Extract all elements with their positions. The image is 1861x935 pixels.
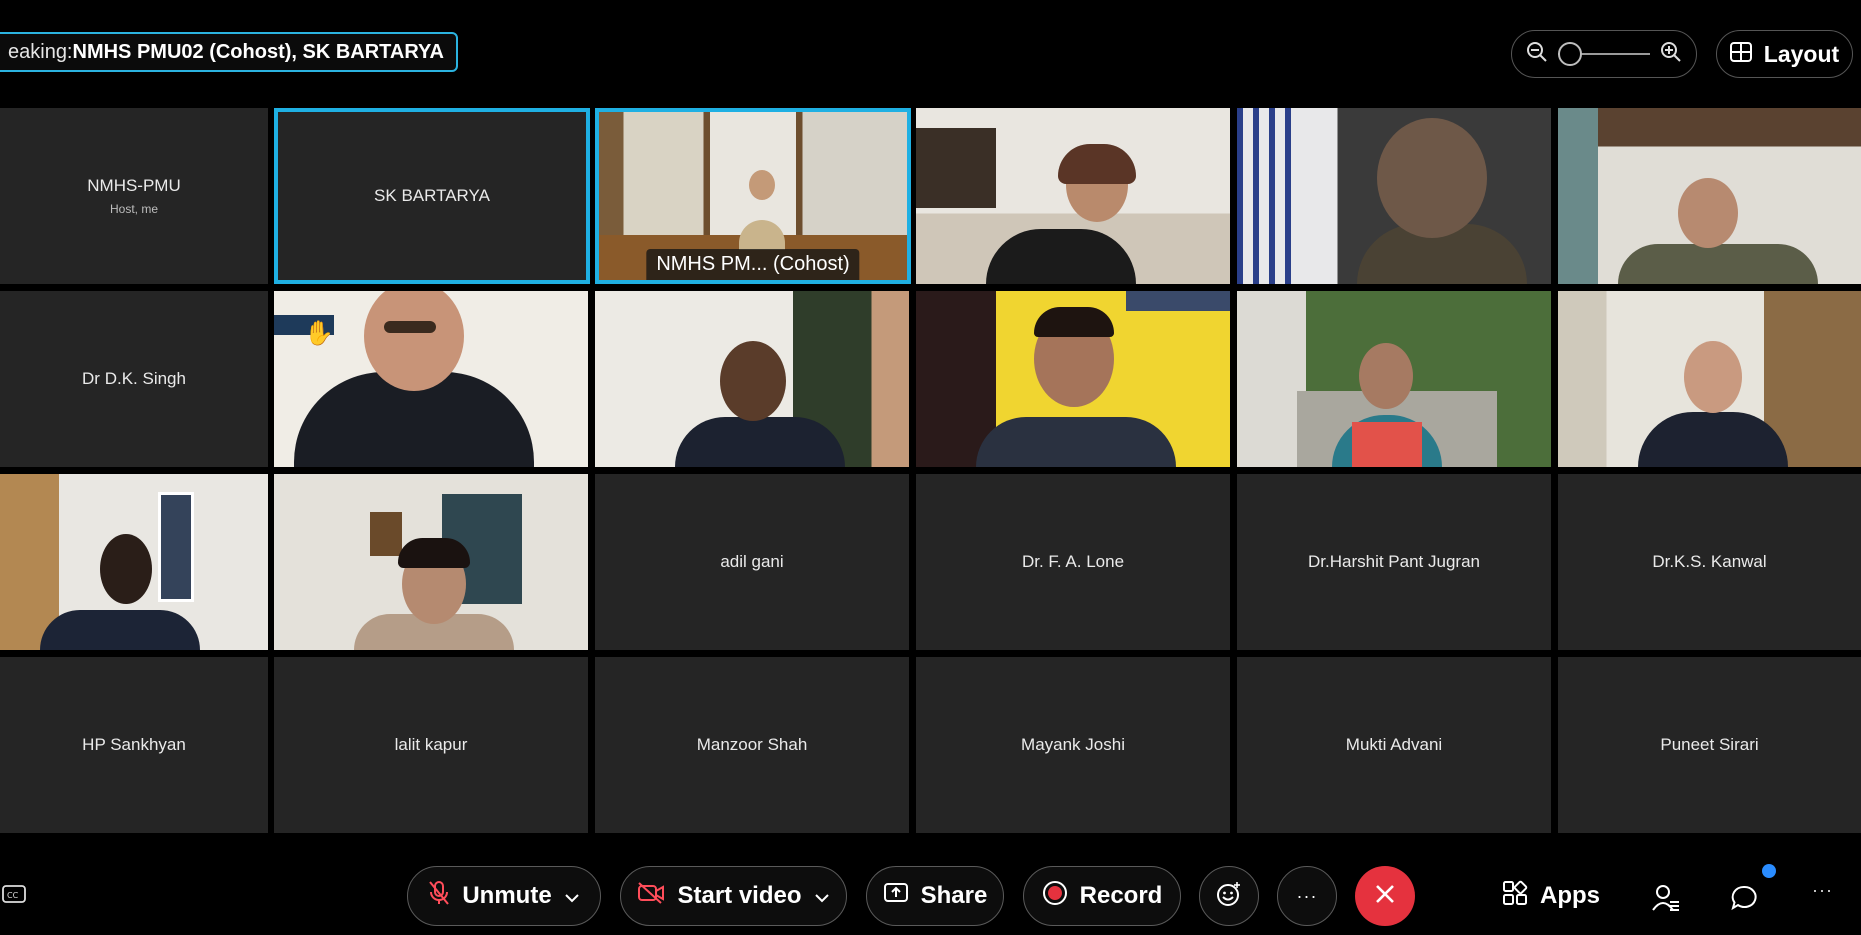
participant-video-tile[interactable]: [1558, 108, 1861, 284]
layout-button[interactable]: Layout: [1716, 30, 1853, 78]
speaking-names: NMHS PMU02 (Cohost), SK BARTARYA: [72, 40, 445, 63]
speaking-prefix: eaking:: [8, 40, 73, 63]
participant-tile[interactable]: Manzoor Shah: [595, 657, 909, 833]
participant-tile[interactable]: NMHS-PMU Host, me: [0, 108, 268, 284]
raise-hand-icon: ✋: [304, 320, 334, 347]
participant-name: Dr.Harshit Pant Jugran: [1308, 552, 1480, 571]
participant-video-tile[interactable]: [916, 108, 1230, 284]
participant-video-tile[interactable]: ✋: [274, 291, 588, 467]
zoom-in-icon[interactable]: [1660, 41, 1682, 68]
share-screen-icon: [883, 882, 909, 911]
zoom-out-icon[interactable]: [1526, 41, 1548, 68]
apps-button[interactable]: Apps: [1502, 866, 1600, 926]
participant-tile[interactable]: HP Sankhyan: [0, 657, 268, 833]
participant-name: adil gani: [720, 552, 784, 571]
participant-role: Host, me: [109, 202, 158, 216]
participant-tile[interactable]: Dr. F. A. Lone: [916, 474, 1230, 650]
participant-tile[interactable]: Mayank Joshi: [916, 657, 1230, 833]
participant-tile[interactable]: Dr.K.S. Kanwal: [1558, 474, 1861, 650]
participant-caption: NMHS PM... (Cohost): [646, 249, 860, 280]
participant-tile[interactable]: adil gani: [595, 474, 909, 650]
emoji-reaction-icon: [1216, 881, 1242, 912]
participant-video-tile[interactable]: [595, 291, 909, 467]
participant-tile[interactable]: Dr D.K. Singh: [0, 291, 268, 467]
chevron-down-icon[interactable]: [564, 882, 580, 910]
participant-video-tile[interactable]: [0, 474, 268, 650]
participant-name: Puneet Sirari: [1660, 735, 1759, 754]
participant-video-tile[interactable]: [916, 291, 1230, 467]
participants-icon[interactable]: [1652, 884, 1680, 917]
unmute-label: Unmute: [462, 882, 552, 909]
participant-video-tile[interactable]: [1237, 291, 1551, 467]
participant-video-tile[interactable]: [274, 474, 588, 650]
participant-name: Mayank Joshi: [1021, 735, 1125, 754]
zoom-slider-knob[interactable]: [1558, 42, 1582, 66]
participant-name: Dr.K.S. Kanwal: [1652, 552, 1767, 571]
chat-notification-dot: [1762, 864, 1776, 878]
camera-off-icon: [637, 881, 665, 911]
zoom-slider[interactable]: [1558, 42, 1650, 66]
leave-meeting-button[interactable]: [1355, 866, 1415, 926]
chat-icon[interactable]: [1730, 884, 1758, 917]
participant-name: lalit kapur: [394, 735, 468, 754]
share-button[interactable]: Share: [866, 866, 1004, 926]
meeting-controls-bar: CC Unmute Start video Share Record ··· A…: [0, 850, 1861, 935]
unmute-button[interactable]: Unmute: [407, 866, 601, 926]
apps-label: Apps: [1540, 882, 1600, 909]
start-video-label: Start video: [677, 882, 802, 909]
participant-name: Mukti Advani: [1345, 735, 1443, 754]
more-options-icon: ···: [1296, 885, 1318, 906]
share-label: Share: [920, 882, 988, 909]
participant-video-tile[interactable]: [1237, 108, 1551, 284]
participant-name: NMHS-PMU: [87, 176, 181, 195]
apps-icon: [1502, 880, 1528, 913]
participant-tile[interactable]: Puneet Sirari: [1558, 657, 1861, 833]
layout-grid-icon: [1729, 41, 1752, 68]
record-label: Record: [1079, 882, 1163, 909]
participant-tile[interactable]: Dr.Harshit Pant Jugran: [1237, 474, 1551, 650]
close-icon: [1374, 883, 1396, 910]
microphone-muted-icon: [428, 880, 450, 913]
layout-label: Layout: [1763, 40, 1840, 67]
participant-video-tile[interactable]: NMHS PM... (Cohost): [595, 108, 911, 284]
more-options-button[interactable]: ···: [1277, 866, 1337, 926]
participant-name: Dr D.K. Singh: [82, 369, 186, 388]
svg-text:CC: CC: [7, 891, 19, 900]
chevron-down-icon[interactable]: [814, 882, 830, 910]
record-icon: [1042, 880, 1068, 913]
participant-name: Manzoor Shah: [696, 735, 808, 754]
start-video-button[interactable]: Start video: [620, 866, 847, 926]
closed-captions-icon[interactable]: CC: [2, 884, 26, 909]
more-icon[interactable]: ···: [1812, 880, 1833, 901]
reactions-button[interactable]: [1199, 866, 1259, 926]
participant-name: Dr. F. A. Lone: [1021, 552, 1125, 571]
participant-name: SK BARTARYA: [374, 186, 490, 205]
participant-tile-active[interactable]: SK BARTARYA: [274, 108, 590, 284]
participant-name: HP Sankhyan: [82, 735, 186, 754]
zoom-control: [1511, 30, 1697, 78]
participant-tile[interactable]: Mukti Advani: [1237, 657, 1551, 833]
record-button[interactable]: Record: [1023, 866, 1181, 926]
active-speaker-banner: eaking: NMHS PMU02 (Cohost), SK BARTARYA: [0, 32, 458, 72]
participant-tile[interactable]: lalit kapur: [274, 657, 588, 833]
participant-video-tile[interactable]: [1558, 291, 1861, 467]
